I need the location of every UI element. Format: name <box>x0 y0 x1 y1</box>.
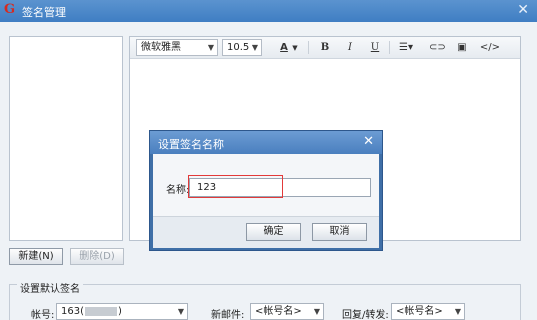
chevron-down-icon: ▼ <box>454 307 461 316</box>
account-value: 163( <box>61 306 84 317</box>
editor-toolbar: 微软雅黑 ▼ 10.5 ▼ A ▼ B I U ☰▾ ⊂⊃ ▣ </> <box>130 37 520 59</box>
italic-label: I <box>348 42 352 53</box>
default-signature-group-label: 设置默认签名 <box>17 280 83 295</box>
font-size-select[interactable]: 10.5 ▼ <box>222 39 262 56</box>
dialog-footer: 确定 取消 <box>153 217 379 248</box>
bold-button[interactable]: B <box>317 40 333 56</box>
text-color-label: A <box>280 42 288 53</box>
delete-signature-label: 删除(D) <box>79 251 115 262</box>
new-signature-button[interactable]: 新建(N) <box>9 248 63 265</box>
window-title: 签名管理 <box>22 6 66 19</box>
reply-forward-signature-value: <帐号名> <box>396 306 443 317</box>
underline-button[interactable]: U <box>367 40 383 56</box>
underline-label: U <box>370 42 380 53</box>
account-select[interactable]: 163() ▼ <box>56 303 188 320</box>
align-menu-icon[interactable]: ☰▾ <box>396 40 416 56</box>
delete-signature-button[interactable]: 删除(D) <box>70 248 124 265</box>
signature-list[interactable] <box>9 36 123 241</box>
font-family-value: 微软雅黑 <box>141 42 181 53</box>
highlight-box <box>188 175 283 198</box>
window-close-icon[interactable]: ✕ <box>517 2 529 18</box>
cancel-label: 取消 <box>329 226 350 237</box>
image-icon[interactable]: ▣ <box>454 40 470 56</box>
chevron-down-icon: ▼ <box>313 307 320 316</box>
app-logo-icon: G <box>4 2 16 17</box>
account-value-end: ) <box>118 306 122 317</box>
source-code-label: </> <box>479 42 501 53</box>
reply-forward-signature-select[interactable]: <帐号名> ▼ <box>391 303 465 320</box>
new-signature-label: 新建(N) <box>18 251 54 262</box>
chevron-down-icon: ▼ <box>207 43 214 52</box>
bold-label: B <box>320 42 330 53</box>
ok-button[interactable]: 确定 <box>246 223 301 241</box>
dialog-title-bar: 设置签名名称 ✕ <box>150 131 382 154</box>
source-code-button[interactable]: </> <box>479 40 501 56</box>
name-label: 名称: <box>166 185 190 196</box>
dialog-body: 名称: 123 确定 取消 <box>153 154 379 248</box>
toolbar-divider <box>389 41 390 54</box>
new-mail-signature-select[interactable]: <帐号名> ▼ <box>250 303 324 320</box>
text-color-dropdown-icon[interactable]: ▼ <box>290 40 300 56</box>
account-label: 帐号: <box>31 310 55 320</box>
chevron-down-icon: ▼ <box>251 43 258 52</box>
italic-button[interactable]: I <box>342 40 358 56</box>
toolbar-divider <box>308 41 309 54</box>
dialog-title: 设置签名名称 <box>158 138 224 151</box>
new-mail-signature-value: <帐号名> <box>255 306 302 317</box>
new-mail-label: 新邮件: <box>211 310 245 320</box>
cancel-button[interactable]: 取消 <box>312 223 367 241</box>
font-family-select[interactable]: 微软雅黑 ▼ <box>136 39 218 56</box>
link-icon[interactable]: ⊂⊃ <box>429 40 446 56</box>
reply-forward-label: 回复/转发: <box>342 310 389 320</box>
title-bar: G 签名管理 ✕ <box>0 0 537 22</box>
chevron-down-icon: ▼ <box>177 307 184 316</box>
font-size-value: 10.5 <box>227 42 250 53</box>
ok-label: 确定 <box>263 226 284 237</box>
dialog-close-icon[interactable]: ✕ <box>363 134 374 149</box>
signature-name-dialog: 设置签名名称 ✕ 名称: 123 确定 取消 <box>149 130 383 251</box>
redacted-account <box>85 306 117 316</box>
